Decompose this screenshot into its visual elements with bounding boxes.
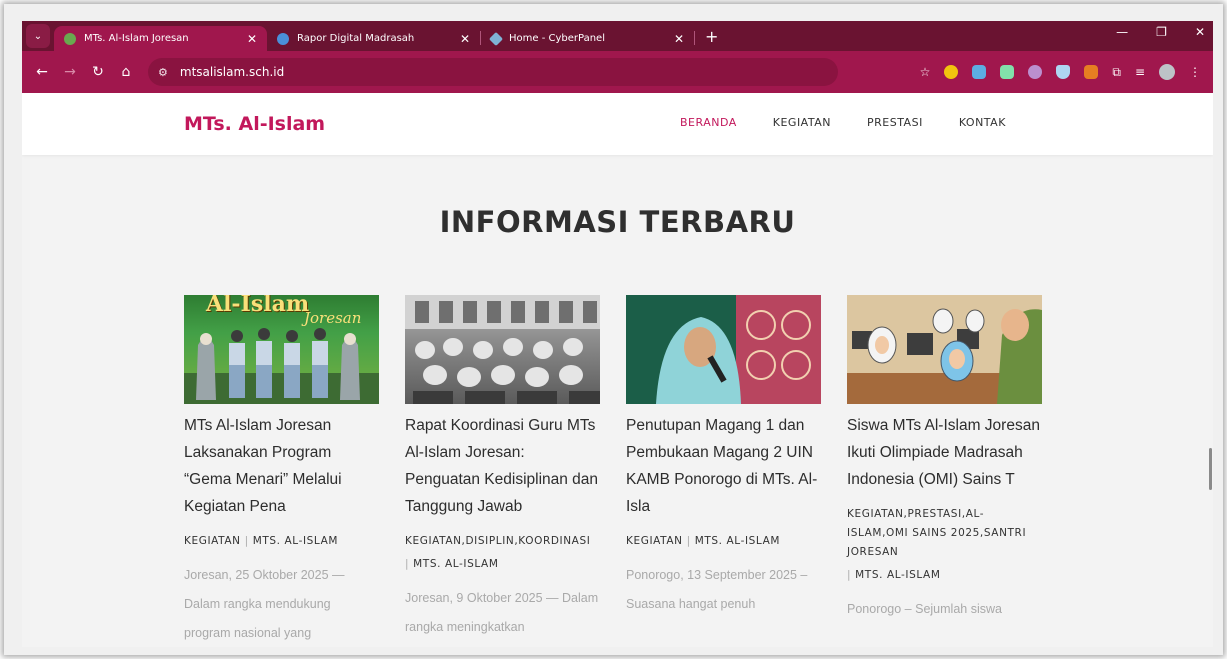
restore-button[interactable]: ❐ (1156, 25, 1167, 39)
post-excerpt: Joresan, 25 Oktober 2025 — Dalam rangka … (184, 568, 345, 640)
post-title[interactable]: Rapat Koordinasi Guru MTs Al-Islam Jores… (405, 412, 600, 520)
tab-title: MTs. Al-Islam Joresan (84, 33, 189, 44)
post-meta: KEGIATAN | MTS. AL-ISLAM (626, 532, 821, 551)
nav-item-kegiatan[interactable]: KEGIATAN (773, 116, 831, 129)
post-card: Rapat Koordinasi Guru MTs Al-Islam Jores… (405, 295, 600, 647)
post-card: Siswa MTs Al-Islam Joresan Ikuti Olimpia… (847, 295, 1042, 647)
browser-window: ⌄ MTs. Al-Islam Joresan ✕ Rapor Digital … (22, 21, 1213, 647)
extension-icon[interactable] (1000, 65, 1015, 79)
meta-separator: | (847, 569, 852, 581)
post-author[interactable]: MTS. AL-ISLAM (855, 569, 940, 581)
extension-icon[interactable] (1056, 65, 1071, 79)
nav-item-beranda[interactable]: BERANDA (680, 116, 737, 129)
meta-separator: | (405, 558, 410, 570)
page-scrollbar-thumb[interactable] (1209, 448, 1212, 490)
tab-separator (694, 31, 695, 45)
post-thumbnail[interactable]: Al-Islam Joresan (184, 295, 379, 404)
post-card: Al-Islam Joresan MTs Al-Islam Joresan La… (184, 295, 379, 647)
post-meta: | MTS. AL-ISLAM (847, 566, 1042, 585)
post-author[interactable]: MTS. AL-ISLAM (695, 535, 780, 547)
post-thumbnail[interactable] (626, 295, 821, 404)
meta-separator: | (244, 535, 249, 547)
minimize-button[interactable]: — (1116, 25, 1128, 39)
post-thumbnail[interactable] (405, 295, 600, 404)
nav-item-prestasi[interactable]: PRESTASI (867, 116, 923, 129)
reload-button[interactable]: ↻ (84, 64, 112, 80)
tab-close-icon[interactable]: ✕ (247, 32, 257, 46)
post-excerpt: Ponorogo, 13 September 2025 – Suasana ha… (626, 568, 808, 611)
post-title[interactable]: Siswa MTs Al-Islam Joresan Ikuti Olimpia… (847, 412, 1042, 493)
main-nav: BERANDA KEGIATAN PRESTASI KONTAK (680, 116, 1006, 129)
tab-title: Rapor Digital Madrasah (297, 33, 415, 44)
close-window-button[interactable]: ✕ (1195, 25, 1205, 39)
address-text: mtsalislam.sch.id (179, 65, 285, 79)
tab-title: Home - CyberPanel (509, 33, 605, 44)
tab-close-icon[interactable]: ✕ (460, 32, 470, 46)
extension-icon[interactable] (944, 65, 959, 79)
post-meta: KEGIATAN | MTS. AL-ISLAM (184, 532, 379, 551)
address-bar[interactable]: ⚙ mtsalislam.sch.id (148, 58, 838, 86)
web-page: MTs. Al-Islam BERANDA KEGIATAN PRESTASI … (22, 93, 1213, 647)
toolbar-actions: ☆ ⧉ ≡ ⋮ (920, 64, 1207, 80)
school-favicon-icon (64, 32, 76, 45)
window-controls: — ❐ ✕ (1116, 25, 1213, 39)
site-header: MTs. Al-Islam BERANDA KEGIATAN PRESTASI … (22, 93, 1213, 155)
nav-item-kontak[interactable]: KONTAK (959, 116, 1006, 129)
tab-search-button[interactable]: ⌄ (26, 24, 50, 48)
reading-list-icon[interactable]: ≡ (1135, 65, 1145, 79)
section-title: INFORMASI TERBARU (439, 205, 796, 239)
post-excerpt: Ponorogo – Sejumlah siswa (847, 602, 1002, 616)
post-categories[interactable]: KEGIATAN (184, 535, 241, 547)
bookmark-star-icon[interactable]: ☆ (920, 65, 931, 79)
students-computer-illustration (847, 295, 1042, 404)
rapor-favicon-icon (277, 32, 289, 45)
post-meta: | MTS. AL-ISLAM (405, 555, 600, 574)
cyberpanel-favicon-icon (488, 31, 504, 46)
back-button[interactable]: ← (28, 64, 56, 80)
site-logo[interactable]: MTs. Al-Islam (184, 113, 325, 135)
speaker-photo (626, 295, 821, 404)
students-photo (184, 328, 379, 404)
post-excerpt: Joresan, 9 Oktober 2025 — Dalam rangka m… (405, 591, 599, 634)
post-card: Penutupan Magang 1 dan Pembukaan Magang … (626, 295, 821, 647)
tab-rapor-digital[interactable]: Rapor Digital Madrasah ✕ (267, 26, 480, 51)
extension-icon[interactable] (972, 65, 987, 79)
post-categories[interactable]: KEGIATAN,DISIPLIN,KOORDINASI (405, 535, 590, 547)
post-meta: KEGIATAN,PRESTASI,AL-ISLAM,OMI SAINS 202… (847, 505, 1042, 562)
extension-icon[interactable] (1084, 65, 1099, 79)
tab-bar: ⌄ MTs. Al-Islam Joresan ✕ Rapor Digital … (22, 21, 1213, 51)
extension-icon[interactable] (1028, 65, 1043, 79)
screenshot-frame: ⌄ MTs. Al-Islam Joresan ✕ Rapor Digital … (4, 4, 1223, 655)
browser-menu-icon[interactable]: ⋮ (1189, 65, 1201, 79)
meta-separator: | (686, 535, 691, 547)
new-tab-button[interactable]: + (705, 27, 718, 46)
post-title[interactable]: Penutupan Magang 1 dan Pembukaan Magang … (626, 412, 821, 520)
tab-cyberpanel[interactable]: Home - CyberPanel ✕ (481, 26, 694, 51)
site-info-icon[interactable]: ⚙ (158, 66, 168, 79)
post-author[interactable]: MTS. AL-ISLAM (253, 535, 338, 547)
extensions-puzzle-icon[interactable]: ⧉ (1112, 65, 1121, 80)
tab-mts-al-islam[interactable]: MTs. Al-Islam Joresan ✕ (54, 26, 267, 51)
profile-avatar[interactable] (1159, 64, 1175, 80)
forward-button[interactable]: → (56, 64, 84, 80)
meeting-photo (405, 295, 600, 404)
post-author[interactable]: MTS. AL-ISLAM (413, 558, 498, 570)
tab-close-icon[interactable]: ✕ (674, 32, 684, 46)
browser-toolbar: ← → ↻ ⌂ ⚙ mtsalislam.sch.id ☆ ⧉ ≡ ⋮ (22, 51, 1213, 93)
home-button[interactable]: ⌂ (112, 64, 140, 80)
post-meta: KEGIATAN,DISIPLIN,KOORDINASI (405, 532, 600, 551)
post-thumbnail[interactable] (847, 295, 1042, 404)
post-title[interactable]: MTs Al-Islam Joresan Laksanakan Program … (184, 412, 379, 520)
post-categories[interactable]: KEGIATAN,PRESTASI,AL-ISLAM,OMI SAINS 202… (847, 508, 1026, 558)
post-grid: Al-Islam Joresan MTs Al-Islam Joresan La… (184, 295, 1042, 647)
post-categories[interactable]: KEGIATAN (626, 535, 683, 547)
